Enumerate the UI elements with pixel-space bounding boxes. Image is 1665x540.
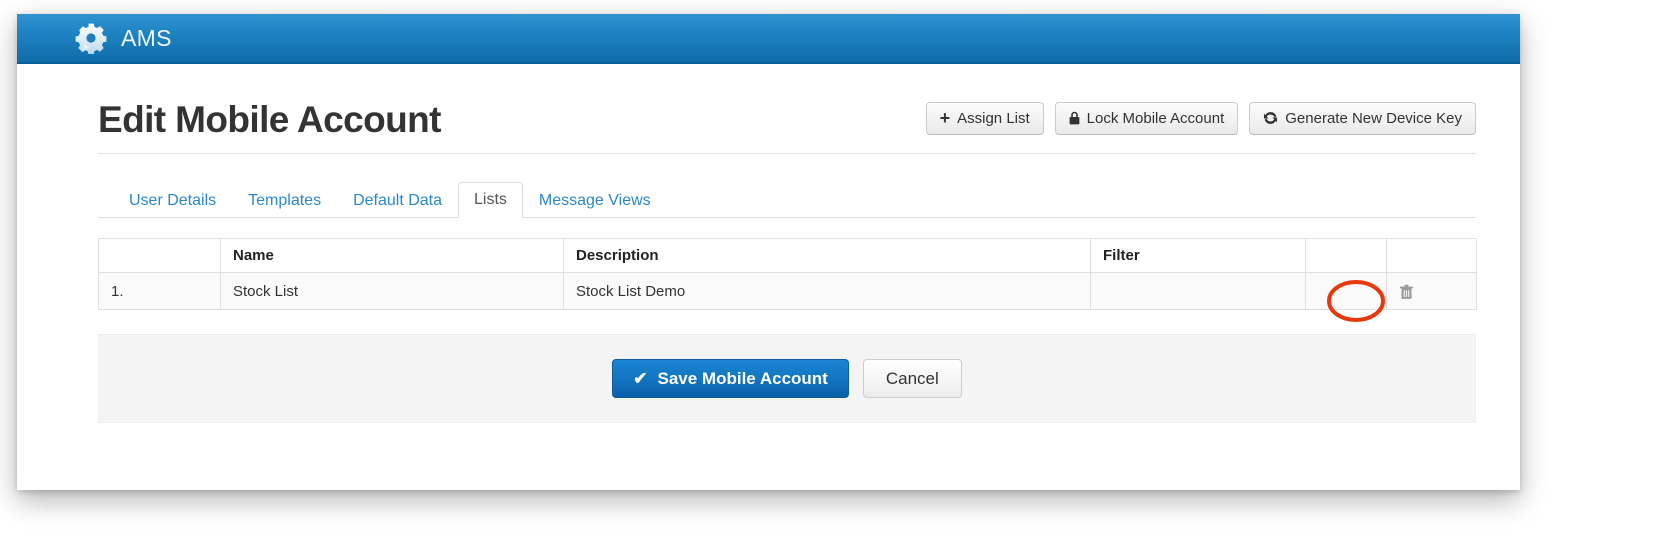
row-filter [1091, 273, 1306, 310]
row-blank [1306, 273, 1387, 310]
table-body: 1. Stock List Stock List Demo [99, 273, 1477, 310]
table-header-index [99, 239, 221, 273]
lock-icon [1069, 111, 1080, 127]
content-container: Edit Mobile Account + Assign List [98, 86, 1476, 423]
assign-list-button[interactable]: + Assign List [926, 102, 1044, 135]
page-title: Edit Mobile Account [98, 99, 441, 141]
delete-row-button[interactable] [1387, 273, 1477, 310]
save-mobile-account-label: Save Mobile Account [657, 369, 827, 389]
table-row[interactable]: 1. Stock List Stock List Demo [99, 273, 1477, 310]
lists-table: Name Description Filter 1. Stock List St… [98, 238, 1477, 310]
brand[interactable]: AMS [75, 22, 172, 54]
tab-lists[interactable]: Lists [458, 182, 523, 218]
trash-icon [1399, 282, 1414, 299]
page-card: AMS Edit Mobile Account + Assign List [17, 14, 1520, 490]
lock-mobile-account-button[interactable]: Lock Mobile Account [1055, 102, 1239, 135]
tab-default-data[interactable]: Default Data [337, 183, 458, 218]
tab-templates[interactable]: Templates [232, 183, 337, 218]
brand-label: AMS [121, 25, 172, 52]
tab-bar: User Details Templates Default Data List… [98, 178, 1476, 218]
form-footer: ✔ Save Mobile Account Cancel [98, 334, 1476, 423]
screenshot-root: AMS Edit Mobile Account + Assign List [0, 0, 1665, 540]
table-header-delete [1387, 239, 1477, 273]
table-header-filter: Filter [1091, 239, 1306, 273]
plus-icon: + [940, 109, 951, 127]
table-head: Name Description Filter [99, 239, 1477, 273]
table-header-row: Name Description Filter [99, 239, 1477, 273]
header-action-group: + Assign List Lock Mobile Account [926, 102, 1476, 137]
generate-new-device-key-button[interactable]: Generate New Device Key [1249, 102, 1476, 135]
row-description: Stock List Demo [564, 273, 1091, 310]
table-header-description: Description [564, 239, 1091, 273]
tab-user-details[interactable]: User Details [113, 183, 232, 218]
generate-new-device-key-label: Generate New Device Key [1285, 110, 1462, 127]
assign-list-label: Assign List [957, 110, 1030, 127]
table-header-blank [1306, 239, 1387, 273]
gear-icon [75, 22, 107, 54]
table-header-name: Name [221, 239, 564, 273]
refresh-icon [1263, 111, 1278, 127]
lock-mobile-account-label: Lock Mobile Account [1087, 110, 1225, 127]
page-header: Edit Mobile Account + Assign List [98, 86, 1476, 154]
row-index: 1. [99, 273, 221, 310]
tab-message-views[interactable]: Message Views [523, 183, 667, 218]
cancel-button[interactable]: Cancel [863, 359, 962, 398]
row-name: Stock List [221, 273, 564, 310]
save-mobile-account-button[interactable]: ✔ Save Mobile Account [612, 359, 849, 398]
top-navbar: AMS [17, 14, 1520, 64]
check-icon: ✔ [633, 369, 647, 389]
